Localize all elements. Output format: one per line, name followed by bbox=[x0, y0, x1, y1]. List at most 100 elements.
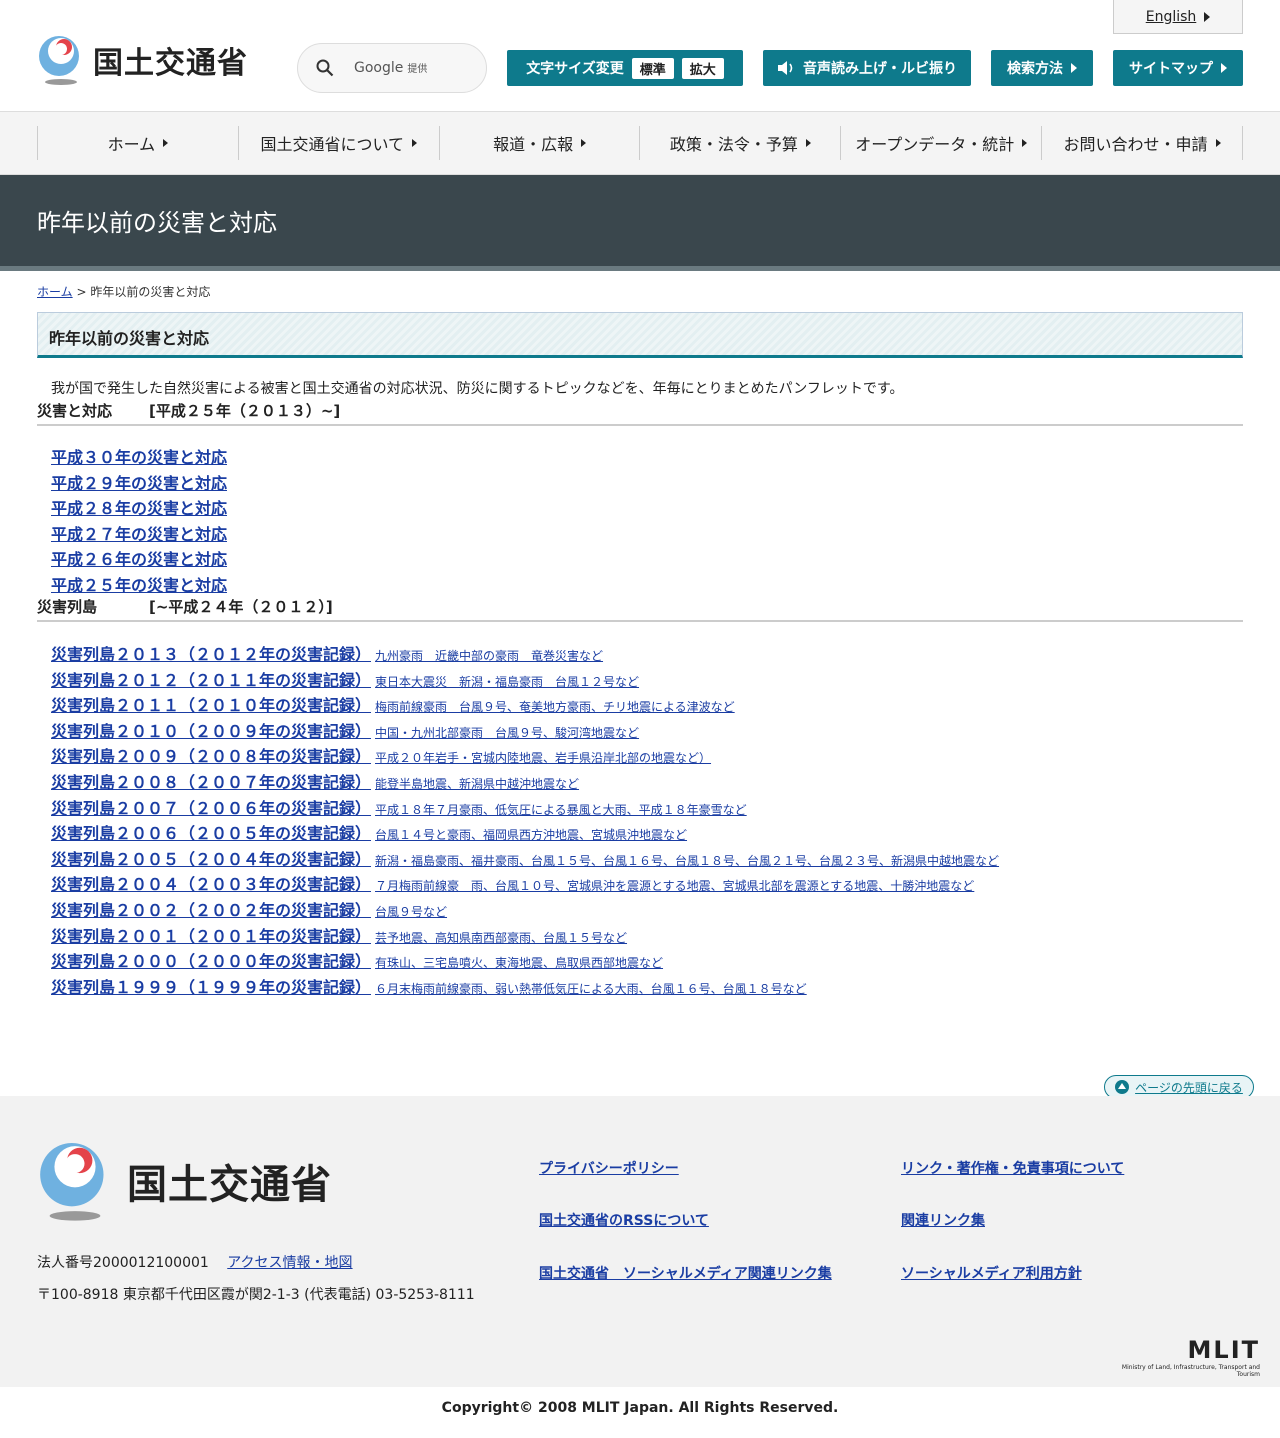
link-h30[interactable]: 平成３０年の災害と対応 bbox=[51, 448, 227, 467]
nav-policy[interactable]: 政策・法令・予算 bbox=[640, 126, 842, 160]
list-item: 災害列島２００４（２００３年の災害記録） ７月梅雨前線豪 雨、台風１０号、宮城県沖… bbox=[51, 871, 999, 897]
section2-title: 災害列島 bbox=[37, 598, 98, 616]
record-title: 災害列島２００２（２００２年の災害記録） bbox=[51, 900, 372, 920]
link-record-2000[interactable]: 災害列島２０００（２０００年の災害記録） 有珠山、三宅島噴火、東海地震、鳥取県西部… bbox=[51, 952, 663, 971]
sitemap-button[interactable]: サイトマップ bbox=[1113, 50, 1243, 86]
section1-list: 平成３０年の災害と対応 平成２９年の災害と対応 平成２８年の災害と対応 平成２７… bbox=[51, 444, 227, 598]
record-title: 災害列島２０１１（２０１０年の災害記録） bbox=[51, 696, 372, 716]
breadcrumb-separator: > bbox=[76, 285, 87, 299]
access-map-link[interactable]: アクセス情報・地図 bbox=[227, 1255, 352, 1271]
list-item: 災害列島２００１（２００１年の災害記録） 芸予地震、高知県南西部豪雨、台風１５号な… bbox=[51, 923, 999, 949]
nav-press[interactable]: 報道・広報 bbox=[440, 126, 641, 160]
intro-text: 我が国で発生した自然災害による被害と国土交通省の対応状況、防災に関するトピックな… bbox=[51, 381, 904, 397]
mlit-wordmark: MLIT bbox=[1187, 1336, 1260, 1364]
font-large-button[interactable]: 拡大 bbox=[681, 57, 724, 79]
link-record-2006[interactable]: 災害列島２００６（２００５年の災害記録） 台風１４号と豪雨、福岡県西方沖地震、宮城… bbox=[51, 824, 687, 843]
link-record-2004[interactable]: 災害列島２００４（２００３年の災害記録） ７月梅雨前線豪 雨、台風１０号、宮城県沖… bbox=[51, 875, 974, 894]
search-icon bbox=[316, 59, 334, 77]
record-summary: 新潟・福島豪雨、福井豪雨、台風１５号、台風１６号、台風１８号、台風２１号、台風２… bbox=[375, 853, 1000, 868]
corporate-number: 法人番号2000012100001 アクセス情報・地図 bbox=[37, 1252, 353, 1272]
section-heading-text: 昨年以前の災害と対応 bbox=[49, 329, 210, 348]
search-method-button[interactable]: 検索方法 bbox=[991, 50, 1093, 86]
corporate-number-text: 法人番号2000012100001 bbox=[37, 1255, 209, 1271]
link-h26[interactable]: 平成２６年の災害と対応 bbox=[51, 550, 227, 569]
english-link[interactable]: English bbox=[1113, 0, 1243, 34]
nav-about[interactable]: 国土交通省について bbox=[239, 126, 440, 160]
list-item: 平成３０年の災害と対応 bbox=[51, 444, 227, 470]
nav-home[interactable]: ホーム bbox=[38, 126, 239, 160]
related-links-link[interactable]: 関連リンク集 bbox=[901, 1210, 985, 1230]
logo-text: 国土交通省 bbox=[93, 46, 248, 81]
list-item: 災害列島２００６（２００５年の災害記録） 台風１４号と豪雨、福岡県西方沖地震、宮城… bbox=[51, 820, 999, 846]
list-item: 災害列島２００２（２００２年の災害記録） 台風９号など bbox=[51, 897, 999, 923]
nav-contact[interactable]: お問い合わせ・申請 bbox=[1042, 126, 1243, 160]
record-summary: 平成１８年７月豪雨、低気圧による暴風と大雨、平成１８年豪雪など bbox=[375, 802, 747, 817]
record-summary: ７月梅雨前線豪 雨、台風１０号、宮城県沖を震源とする地震、宮城県北部を震源とする… bbox=[375, 879, 975, 894]
record-title: 災害列島２００５（２００４年の災害記録） bbox=[51, 849, 372, 869]
site-logo[interactable]: 国土交通省 bbox=[37, 34, 248, 86]
breadcrumb: ホーム > 昨年以前の災害と対応 bbox=[37, 283, 210, 300]
link-h25[interactable]: 平成２５年の災害と対応 bbox=[51, 576, 227, 595]
record-title: 災害列島２０００（２０００年の災害記録） bbox=[51, 952, 372, 972]
page-top-label: ページの先頭に戻る bbox=[1135, 1080, 1243, 1095]
list-item: 平成２５年の災害と対応 bbox=[51, 572, 227, 598]
record-summary: 中国・九州北部豪雨 台風９号、駿河湾地震など bbox=[375, 725, 640, 740]
arrow-right-icon bbox=[1204, 11, 1211, 22]
nav-label: お問い合わせ・申請 bbox=[1063, 135, 1208, 154]
arrow-right-icon bbox=[581, 139, 587, 147]
record-title: 災害列島２００７（２００６年の災害記録） bbox=[51, 798, 372, 818]
arrow-right-icon bbox=[805, 139, 811, 147]
nav-label: オープンデータ・統計 bbox=[855, 135, 1015, 154]
font-standard-button[interactable]: 標準 bbox=[631, 57, 674, 79]
global-nav: ホーム 国土交通省について 報道・広報 政策・法令・予算 オープンデータ・統計 … bbox=[0, 112, 1280, 175]
voice-reading-button[interactable]: 音声読み上げ・ルビ振り bbox=[763, 50, 971, 86]
link-h29[interactable]: 平成２９年の災害と対応 bbox=[51, 474, 227, 493]
privacy-policy-link[interactable]: プライバシーポリシー bbox=[539, 1158, 679, 1178]
list-item: 災害列島２００７（２００６年の災害記録） 平成１８年７月豪雨、低気圧による暴風と大… bbox=[51, 795, 999, 821]
list-item: 災害列島２０１２（２０１１年の災害記録） 東日本大震災 新潟・福島豪雨 台風１２号… bbox=[51, 667, 999, 693]
list-item: 平成２８年の災害と対応 bbox=[51, 495, 227, 521]
record-title: 災害列島２００９（２００８年の災害記録） bbox=[51, 747, 372, 767]
social-media-links-link[interactable]: 国土交通省 ソーシャルメディア関連リンク集 bbox=[539, 1263, 832, 1283]
link-record-2007[interactable]: 災害列島２００７（２００６年の災害記録） 平成１８年７月豪雨、低気圧による暴風と大… bbox=[51, 799, 747, 818]
list-item: 平成２９年の災害と対応 bbox=[51, 470, 227, 496]
record-title: 災害列島２０１３（２０１２年の災害記録） bbox=[51, 645, 372, 664]
link-record-1999[interactable]: 災害列島１９９９（１９９９年の災害記録） ６月末梅雨前線豪雨、弱い熱帯低気圧による… bbox=[51, 978, 807, 997]
link-h28[interactable]: 平成２８年の災害と対応 bbox=[51, 499, 227, 518]
link-record-2005[interactable]: 災害列島２００５（２００４年の災害記録） 新潟・福島豪雨、福井豪雨、台風１５号、台… bbox=[51, 850, 999, 869]
arrow-right-icon bbox=[163, 139, 169, 147]
section2-period: [~平成２４年（２０１２）] bbox=[149, 598, 333, 616]
social-media-policy-link[interactable]: ソーシャルメディア利用方針 bbox=[901, 1263, 1082, 1283]
link-record-2011[interactable]: 災害列島２０１１（２０１０年の災害記録） 梅雨前線豪雨 台風９号、奄美地方豪雨、チ… bbox=[51, 696, 735, 715]
nav-opendata[interactable]: オープンデータ・統計 bbox=[841, 126, 1043, 160]
nav-label: 報道・広報 bbox=[493, 135, 574, 154]
link-record-2013[interactable]: 災害列島２０１３（２０１２年の災害記録） 九州豪雨 近畿中部の豪雨 竜巻災害など bbox=[51, 645, 603, 664]
breadcrumb-home[interactable]: ホーム bbox=[37, 285, 73, 299]
list-item: 災害列島２００９（２００８年の災害記録） 平成２０年岩手・宮城内陸地震、岩手県沿岸… bbox=[51, 743, 999, 769]
arrow-right-icon bbox=[1071, 63, 1077, 73]
record-summary: 東日本大震災 新潟・福島豪雨 台風１２号など bbox=[375, 674, 640, 689]
list-item: 平成２６年の災害と対応 bbox=[51, 546, 227, 572]
record-summary: ６月末梅雨前線豪雨、弱い熱帯低気圧による大雨、台風１６号、台風１８号など bbox=[375, 981, 807, 996]
link-record-2009[interactable]: 災害列島２００９（２００８年の災害記録） 平成２０年岩手・宮城内陸地震、岩手県沿岸… bbox=[51, 747, 711, 766]
search-box[interactable]: Google 提供 bbox=[297, 43, 487, 93]
record-title: 災害列島２００１（２００１年の災害記録） bbox=[51, 926, 372, 946]
speaker-icon bbox=[778, 61, 793, 75]
arrow-up-icon bbox=[1115, 1080, 1130, 1094]
link-record-2010[interactable]: 災害列島２０１０（２００９年の災害記録） 中国・九州北部豪雨 台風９号、駿河湾地震… bbox=[51, 722, 639, 741]
list-item: 災害列島２００５（２００４年の災害記録） 新潟・福島豪雨、福井豪雨、台風１５号、台… bbox=[51, 846, 999, 872]
link-h27[interactable]: 平成２７年の災害と対応 bbox=[51, 525, 227, 544]
link-record-2001[interactable]: 災害列島２００１（２００１年の災害記録） 芸予地震、高知県南西部豪雨、台風１５号な… bbox=[51, 927, 627, 946]
link-record-2002[interactable]: 災害列島２００２（２００２年の災害記録） 台風９号など bbox=[51, 901, 447, 920]
list-item: 災害列島１９９９（１９９９年の災害記録） ６月末梅雨前線豪雨、弱い熱帯低気圧による… bbox=[51, 974, 999, 1000]
copyright-disclaimer-link[interactable]: リンク・著作権・免責事項について bbox=[901, 1158, 1124, 1178]
link-record-2008[interactable]: 災害列島２００８（２００７年の災害記録） 能登半島地震、新潟県中越沖地震など bbox=[51, 773, 579, 792]
record-summary: 台風１４号と豪雨、福岡県西方沖地震、宮城県沖地震など bbox=[375, 828, 688, 843]
record-summary: 梅雨前線豪雨 台風９号、奄美地方豪雨、チリ地震による津波など bbox=[375, 700, 735, 715]
footer-logo[interactable]: 国土交通省 bbox=[37, 1138, 332, 1224]
rss-link[interactable]: 国土交通省のRSSについて bbox=[539, 1210, 709, 1230]
record-title: 災害列島１９９９（１９９９年の災害記録） bbox=[51, 977, 372, 997]
link-record-2012[interactable]: 災害列島２０１２（２０１１年の災害記録） 東日本大震災 新潟・福島豪雨 台風１２号… bbox=[51, 671, 639, 690]
record-title: 災害列島２００４（２００３年の災害記録） bbox=[51, 875, 372, 895]
list-item: 災害列島２０１１（２０１０年の災害記録） 梅雨前線豪雨 台風９号、奄美地方豪雨、チ… bbox=[51, 692, 999, 718]
